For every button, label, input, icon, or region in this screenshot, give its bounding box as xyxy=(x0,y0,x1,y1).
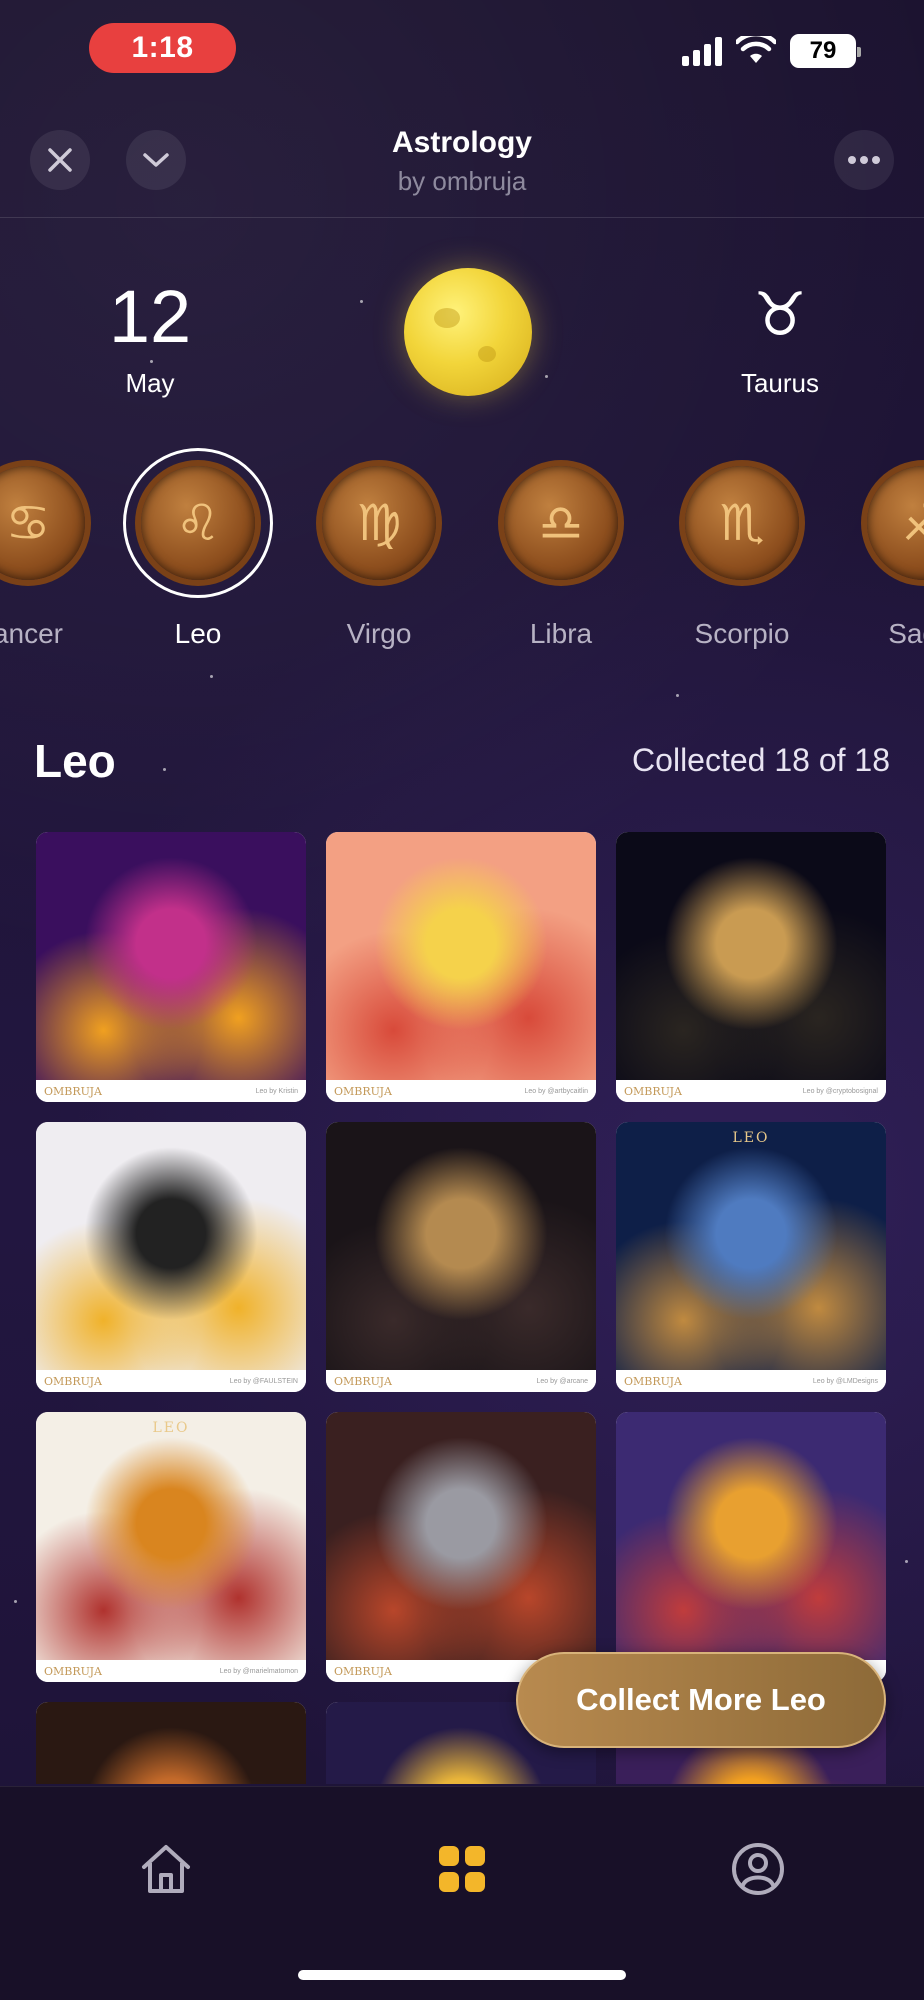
zodiac-label: Virgo xyxy=(346,618,412,649)
status-icons: 79 xyxy=(682,34,861,68)
selected-ring: ♌ xyxy=(123,448,273,598)
profile-icon xyxy=(732,1843,784,1895)
seal-ring: ♍ xyxy=(304,448,454,598)
card-artwork xyxy=(616,832,886,1080)
card-footer: OMBRUJA Leo by @LMDesigns xyxy=(616,1370,886,1392)
card-footer: OMBRUJA Leo by @arcane xyxy=(326,1370,596,1392)
card-credit: Leo by @artbycaitlin xyxy=(524,1087,588,1095)
seal-ring: ♐ xyxy=(849,448,924,598)
zodiac-label: ancer xyxy=(0,618,64,649)
card-artwork xyxy=(36,832,306,1080)
card-credit: Leo by Kristin xyxy=(255,1087,298,1095)
card-brand: OMBRUJA xyxy=(334,1664,392,1678)
card-artwork xyxy=(326,1412,596,1660)
collection-card[interactable]: OMBRUJA Leo by @cryptobosignal xyxy=(616,832,886,1102)
app-title: Astrology xyxy=(391,126,532,159)
card-artwork xyxy=(616,1122,886,1370)
seal-ring: ♏ xyxy=(667,448,817,598)
app-header: Astrology by ombruja xyxy=(0,110,924,218)
card-brand: OMBRUJA xyxy=(624,1374,682,1388)
status-time[interactable]: 1:18 xyxy=(89,23,236,73)
collection-card[interactable]: OMBRUJA xyxy=(326,1412,596,1682)
nav-collection[interactable] xyxy=(426,1833,498,1905)
zodiac-carousel[interactable]: ♋ ancer ♌ Leo ♍ Virgo ♎ Libra ♏ Scorpio … xyxy=(0,448,924,658)
collection-card[interactable]: LEO OMBRUJA Leo by @LMDesigns xyxy=(616,1122,886,1392)
zodiac-item-sagittarius[interactable]: ♐ Sagitt xyxy=(834,448,924,650)
zodiac-item-scorpio[interactable]: ♏ Scorpio xyxy=(652,448,832,650)
more-horizontal-icon xyxy=(848,156,880,164)
card-artwork xyxy=(326,832,596,1080)
zodiac-item-cancer[interactable]: ♋ ancer xyxy=(0,448,118,650)
card-artwork xyxy=(36,1702,306,1784)
cellular-signal-icon xyxy=(682,36,722,66)
taurus-icon: ♉ xyxy=(753,281,807,348)
seal-ring: ♋ xyxy=(0,448,103,598)
card-credit: Leo by @arcane xyxy=(536,1377,588,1385)
battery-indicator: 79 xyxy=(790,34,861,68)
card-artwork xyxy=(326,1122,596,1370)
zodiac-item-leo[interactable]: ♌ Leo xyxy=(108,448,288,650)
card-brand: OMBRUJA xyxy=(44,1374,102,1388)
collection-title: Leo xyxy=(34,735,116,787)
date-day: 12 xyxy=(108,275,192,358)
leo-seal-icon: ♌ xyxy=(141,466,255,580)
card-credit: Leo by @LMDesigns xyxy=(812,1377,878,1385)
card-footer: OMBRUJA Leo by @artbycaitlin xyxy=(326,1080,596,1102)
card-credit: Leo by @cryptobosignal xyxy=(802,1087,878,1095)
grid-icon xyxy=(439,1846,485,1892)
collection-count: Collected 18 of 18 xyxy=(632,742,890,778)
sun-sign-name: Taurus xyxy=(740,368,820,398)
more-options-button[interactable] xyxy=(834,130,894,190)
zodiac-label: Sagitt xyxy=(888,618,924,649)
nav-profile[interactable] xyxy=(722,1833,794,1905)
nav-home[interactable] xyxy=(130,1833,202,1905)
seal-ring: ♎ xyxy=(486,448,636,598)
zodiac-label: Libra xyxy=(529,618,593,649)
card-brand: OMBRUJA xyxy=(334,1374,392,1388)
status-bar: 1:18 79 xyxy=(0,0,924,100)
card-credit: Leo by @marielmatomon xyxy=(219,1667,298,1675)
app-subtitle: by ombruja xyxy=(397,166,527,196)
bottom-navigation xyxy=(0,1786,924,2000)
wifi-icon xyxy=(736,36,776,63)
collection-card[interactable]: OMBRUJA Leo by @artbycaitlin xyxy=(326,832,596,1102)
collection-card[interactable]: OMBRUJA Leo by @arcane xyxy=(326,1122,596,1392)
collection-card[interactable]: OMBRUJA Leo by Kristin xyxy=(36,832,306,1102)
card-brand: OMBRUJA xyxy=(44,1664,102,1678)
collection-card[interactable] xyxy=(36,1702,306,1784)
zodiac-label: Scorpio xyxy=(694,618,790,649)
zodiac-item-libra[interactable]: ♎ Libra xyxy=(471,448,651,650)
collection-card[interactable]: LEO OMBRUJA Leo by @marielmatomon xyxy=(36,1412,306,1682)
card-artwork xyxy=(36,1122,306,1370)
full-moon-icon[interactable] xyxy=(404,268,532,396)
collection-card[interactable] xyxy=(616,1412,886,1682)
card-grid[interactable]: OMBRUJA Leo by Kristin OMBRUJA Leo by @artb… xyxy=(36,832,888,1784)
home-indicator[interactable] xyxy=(298,1970,626,1980)
card-brand: OMBRUJA xyxy=(334,1084,392,1098)
card-artwork xyxy=(36,1412,306,1660)
collection-card[interactable]: OMBRUJA Leo by @FAULSTEIN xyxy=(36,1122,306,1392)
card-brand: OMBRUJA xyxy=(44,1084,102,1098)
card-footer: OMBRUJA Leo by @FAULSTEIN xyxy=(36,1370,306,1392)
card-footer: OMBRUJA Leo by @cryptobosignal xyxy=(616,1080,886,1102)
scorpio-seal-icon: ♏ xyxy=(685,466,799,580)
card-footer: OMBRUJA Leo by @marielmatomon xyxy=(36,1660,306,1682)
card-footer: OMBRUJA Leo by Kristin xyxy=(36,1080,306,1102)
sagittarius-seal-icon: ♐ xyxy=(867,466,924,580)
cancer-seal-icon: ♋ xyxy=(0,466,85,580)
zodiac-item-virgo[interactable]: ♍ Virgo xyxy=(289,448,469,650)
zodiac-label: Leo xyxy=(174,618,222,649)
collect-more-button[interactable]: Collect More Leo xyxy=(516,1652,886,1748)
date-month: May xyxy=(125,368,175,398)
today-info: 12 May ♉ Taurus xyxy=(0,260,924,410)
card-artwork xyxy=(616,1412,886,1660)
libra-seal-icon: ♎ xyxy=(504,466,618,580)
card-brand: OMBRUJA xyxy=(624,1084,682,1098)
card-art-label: LEO xyxy=(152,1420,190,1436)
virgo-seal-icon: ♍ xyxy=(322,466,436,580)
home-icon xyxy=(142,1845,190,1893)
card-art-label: LEO xyxy=(732,1130,770,1146)
card-credit: Leo by @FAULSTEIN xyxy=(229,1377,298,1385)
